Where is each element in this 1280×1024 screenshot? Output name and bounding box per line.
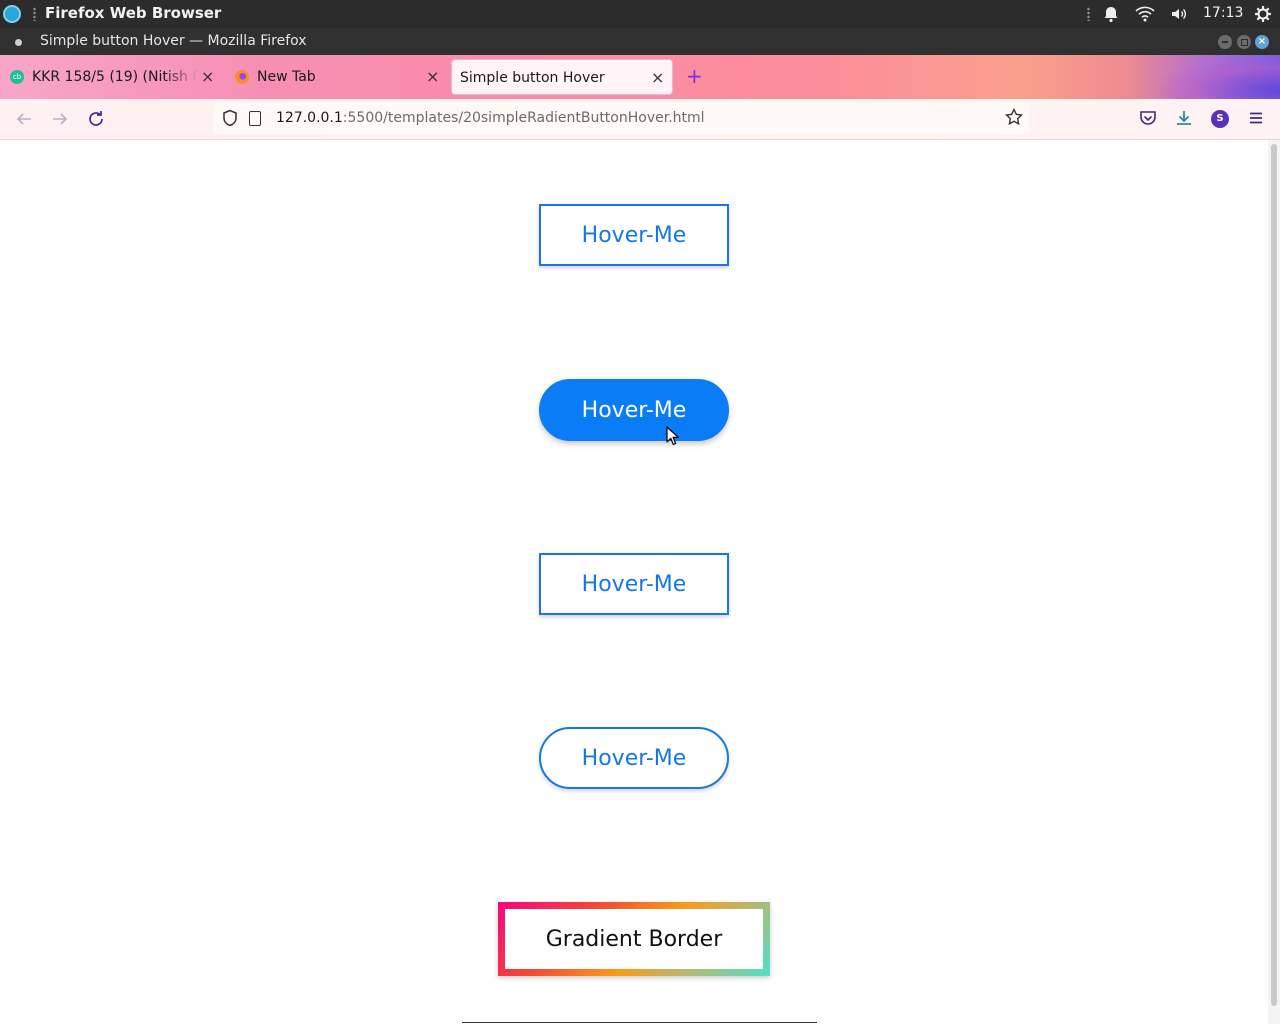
mouse-cursor-icon: [666, 426, 679, 446]
new-tab-plus-icon[interactable]: +: [686, 64, 703, 88]
maximize-button[interactable]: [1237, 35, 1251, 49]
wifi-icon[interactable]: [1135, 5, 1155, 23]
back-arrow-icon[interactable]: [14, 109, 34, 129]
tab-label: Simple button Hover: [460, 70, 605, 86]
account-avatar[interactable]: S: [1211, 110, 1229, 128]
url-path: :5500/templates/20simpleRadientButtonHov…: [342, 110, 705, 126]
downloads-icon[interactable]: [1174, 109, 1194, 129]
hover-me-button-pill-hovered[interactable]: Hover-Me: [539, 379, 729, 441]
url-text[interactable]: 127.0.0.1:5500/templates/20simpleRadient…: [276, 110, 705, 126]
scrollbar-thumb[interactable]: [1271, 144, 1277, 1006]
hover-me-button-pill[interactable]: Hover-Me: [539, 727, 729, 789]
firefox-icon: [235, 70, 249, 84]
panel-separator: [33, 7, 36, 21]
panel-separator: [1087, 7, 1090, 21]
gradient-border-button[interactable]: Gradient Border: [498, 902, 770, 976]
system-top-panel: Firefox Web Browser 17:13: [0, 0, 1280, 28]
clock[interactable]: 17:13: [1203, 5, 1243, 21]
hamburger-menu-icon[interactable]: [1246, 109, 1266, 129]
window-titlebar[interactable]: Simple button Hover — Mozilla Firefox ×: [0, 28, 1280, 55]
tab-label: KKR 158/5 (19) (Nitish Rana: [32, 69, 198, 85]
minimize-button[interactable]: [1218, 35, 1232, 49]
cricbuzz-icon: cb: [10, 70, 24, 84]
url-bar[interactable]: 127.0.0.1:5500/templates/20simpleRadient…: [213, 103, 1030, 135]
vertical-scrollbar[interactable]: [1268, 140, 1280, 1024]
bookmark-star-icon[interactable]: [1004, 107, 1024, 131]
navigation-toolbar: 127.0.0.1:5500/templates/20simpleRadient…: [0, 99, 1280, 140]
tab-new-tab[interactable]: New Tab ×: [225, 59, 447, 95]
close-tab-icon[interactable]: ×: [651, 68, 664, 87]
tab-kkr-score[interactable]: cb KKR 158/5 (19) (Nitish Rana ×: [0, 59, 220, 95]
reload-icon[interactable]: [86, 109, 106, 129]
window-menu-dot[interactable]: [15, 39, 22, 46]
forward-arrow-icon[interactable]: [50, 109, 70, 129]
volume-icon[interactable]: [1170, 5, 1188, 23]
close-tab-icon[interactable]: ×: [426, 67, 439, 86]
hover-me-button-square[interactable]: Hover-Me: [539, 204, 729, 266]
close-window-button[interactable]: ×: [1255, 35, 1269, 49]
page-info-icon[interactable]: [249, 111, 261, 126]
tab-simple-button-hover[interactable]: Simple button Hover ×: [451, 59, 673, 95]
page-divider: [462, 1022, 817, 1023]
url-host: 127.0.0.1: [276, 110, 343, 126]
settings-gear-icon[interactable]: [1254, 5, 1272, 23]
notification-bell-icon[interactable]: [1102, 5, 1120, 23]
close-tab-icon[interactable]: ×: [201, 67, 214, 86]
tracking-shield-icon[interactable]: [221, 109, 239, 127]
hover-me-button-square[interactable]: Hover-Me: [539, 553, 729, 615]
tab-label: New Tab: [257, 69, 316, 85]
active-app-name[interactable]: Firefox Web Browser: [45, 4, 221, 22]
tab-strip: cb KKR 158/5 (19) (Nitish Rana × New Tab…: [0, 55, 1280, 99]
firefox-app-icon[interactable]: [3, 5, 21, 23]
gradient-border-label: Gradient Border: [505, 909, 763, 969]
pocket-icon[interactable]: [1138, 109, 1158, 129]
window-title: Simple button Hover — Mozilla Firefox: [40, 33, 307, 49]
